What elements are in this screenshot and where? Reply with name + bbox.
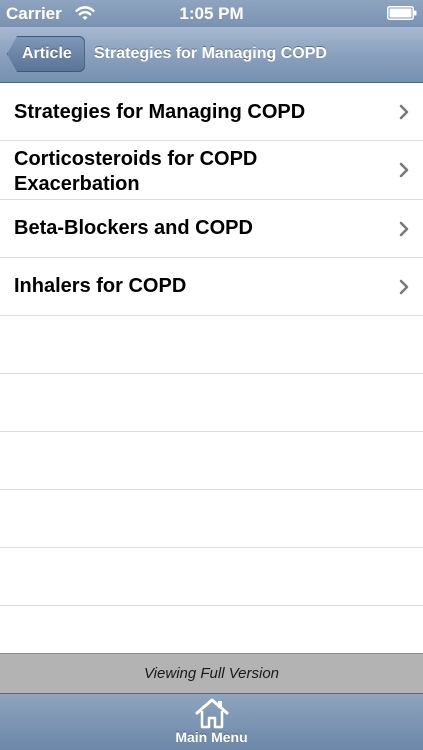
chevron-right-icon: [399, 104, 409, 120]
version-footer: Viewing Full Version: [0, 653, 423, 693]
empty-row: [0, 490, 423, 548]
chevron-right-icon: [399, 279, 409, 295]
list-item-label: Inhalers for COPD: [14, 275, 187, 297]
empty-row: [0, 432, 423, 490]
list-item-label: Corticosteroids for COPD Exacerbation: [14, 148, 258, 195]
chevron-right-icon: [399, 221, 409, 237]
empty-row: [0, 548, 423, 606]
list-item-label: Beta-Blockers and COPD: [14, 217, 253, 239]
list-item-corticosteroids[interactable]: Corticosteroids for COPD Exacerbation: [0, 141, 423, 200]
status-time: 1:05 PM: [179, 4, 244, 23]
empty-row: [0, 606, 423, 653]
chevron-right-icon: [399, 162, 409, 178]
list-item-strategies[interactable]: Strategies for Managing COPD: [0, 83, 423, 141]
back-button[interactable]: Article: [7, 36, 85, 72]
empty-row: [0, 316, 423, 374]
list-item-beta-blockers[interactable]: Beta-Blockers and COPD: [0, 200, 423, 258]
empty-row: [0, 374, 423, 432]
article-list: Strategies for Managing COPD Corticoster…: [0, 83, 423, 653]
main-menu-label: Main Menu: [175, 729, 248, 745]
tab-bar: Main Menu: [0, 693, 423, 750]
battery-icon: [387, 6, 417, 20]
app-screen: Carrier 1:05 PM Article Strategies for M…: [0, 0, 423, 750]
list-item-inhalers[interactable]: Inhalers for COPD: [0, 258, 423, 316]
list-item-label: Strategies for Managing COPD: [14, 101, 306, 123]
page-title: Strategies for Managing COPD: [94, 45, 327, 62]
main-menu-button[interactable]: Main Menu: [150, 694, 273, 750]
status-bar: Carrier 1:05 PM: [0, 0, 423, 27]
home-icon: [195, 698, 229, 729]
navigation-bar: Article Strategies for Managing COPD: [0, 27, 423, 83]
